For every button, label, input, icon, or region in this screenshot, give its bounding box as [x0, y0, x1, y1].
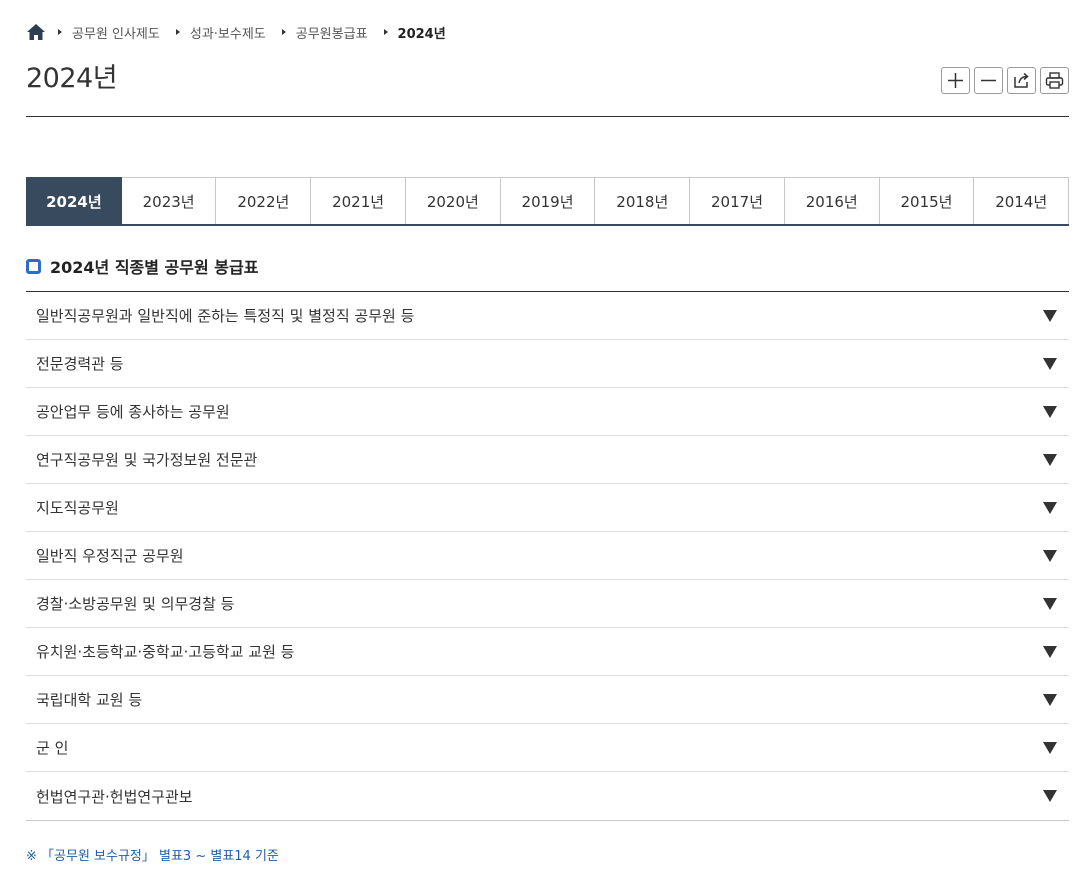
- breadcrumb-item: 공무원 인사제도: [56, 23, 160, 42]
- accordion-item-label: 일반직 우정직군 공무원: [36, 547, 184, 565]
- section-heading: 2024년 직종별 공무원 봉급표: [26, 254, 258, 278]
- accordion-item-label: 경찰·소방공무원 및 의무경찰 등: [36, 595, 235, 613]
- breadcrumb-separator-icon: [383, 29, 388, 35]
- breadcrumb-link-pay-system[interactable]: 성과·보수제도: [190, 23, 266, 42]
- plus-icon: [948, 73, 963, 88]
- accordion-item[interactable]: 전문경력관 등: [26, 340, 1069, 388]
- tab-2024[interactable]: 2024년: [26, 177, 122, 224]
- accordion-item[interactable]: 국립대학 교원 등: [26, 676, 1069, 724]
- accordion-item-label: 유치원·초등학교·중학교·고등학교 교원 등: [36, 643, 295, 661]
- breadcrumb-current: 2024년: [397, 26, 446, 42]
- accordion-item-label: 공안업무 등에 종사하는 공무원: [36, 403, 230, 421]
- caret-down-icon: [1043, 501, 1057, 514]
- accordion-item[interactable]: 군 인: [26, 724, 1069, 772]
- tab-2018[interactable]: 2018년: [595, 177, 691, 224]
- breadcrumb-item: 공무원봉급표: [280, 23, 368, 42]
- tab-2020[interactable]: 2020년: [405, 177, 501, 224]
- square-bullet-icon: [26, 258, 41, 274]
- year-tabs: 2024년 2023년 2022년 2021년 2020년 2019년 2018…: [26, 177, 1070, 226]
- regulation-note: ※ 「공무원 보수규정」 별표3 ~ 별표14 기준: [26, 849, 279, 864]
- zoom-out-button[interactable]: [974, 67, 1003, 94]
- print-button[interactable]: [1040, 67, 1069, 94]
- caret-down-icon: [1043, 597, 1057, 610]
- accordion-item[interactable]: 경찰·소방공무원 및 의무경찰 등: [26, 580, 1069, 628]
- caret-down-icon: [1043, 549, 1057, 562]
- accordion-item-label: 전문경력관 등: [36, 355, 124, 373]
- caret-down-icon: [1043, 645, 1057, 658]
- zoom-in-button[interactable]: [941, 67, 970, 94]
- accordion-item-label: 연구직공무원 및 국가정보원 전문관: [36, 451, 258, 469]
- caret-down-icon: [1043, 357, 1057, 370]
- caret-down-icon: [1043, 405, 1057, 418]
- tab-2014[interactable]: 2014년: [974, 177, 1070, 224]
- breadcrumb-item: 2024년: [382, 23, 446, 42]
- caret-down-icon: [1043, 453, 1057, 466]
- home-icon[interactable]: [26, 23, 46, 41]
- caret-down-icon: [1043, 790, 1057, 802]
- accordion-item-label: 국립대학 교원 등: [36, 691, 143, 709]
- tab-2023[interactable]: 2023년: [121, 177, 217, 224]
- caret-down-icon: [1043, 693, 1057, 706]
- accordion-item[interactable]: 헌법연구관·헌법연구관보: [26, 772, 1069, 821]
- accordion-item-label: 일반직공무원과 일반직에 준하는 특정직 및 별정직 공무원 등: [36, 307, 415, 325]
- minus-icon: [981, 79, 996, 82]
- breadcrumb-link-personnel[interactable]: 공무원 인사제도: [72, 23, 160, 42]
- share-icon: [1014, 72, 1029, 88]
- caret-down-icon: [1043, 309, 1057, 322]
- breadcrumb: 공무원 인사제도 성과·보수제도 공무원봉급표 2024년: [26, 22, 446, 42]
- accordion-item-label: 헌법연구관·헌법연구관보: [36, 787, 193, 806]
- tab-2021[interactable]: 2021년: [311, 177, 406, 224]
- print-icon: [1045, 72, 1064, 89]
- accordion-item[interactable]: 공안업무 등에 종사하는 공무원: [26, 388, 1069, 436]
- breadcrumb-separator-icon: [175, 29, 180, 35]
- page-title: 2024년: [26, 63, 118, 94]
- breadcrumb-item: 성과·보수제도: [174, 23, 266, 42]
- accordion-item[interactable]: 일반직공무원과 일반직에 준하는 특정직 및 별정직 공무원 등: [26, 292, 1069, 340]
- breadcrumb-separator-icon: [281, 29, 286, 35]
- caret-down-icon: [1043, 741, 1057, 754]
- accordion-item[interactable]: 연구직공무원 및 국가정보원 전문관: [26, 436, 1069, 484]
- page-tools: [941, 67, 1069, 94]
- tab-2019[interactable]: 2019년: [500, 177, 596, 224]
- tab-2022[interactable]: 2022년: [216, 177, 312, 224]
- breadcrumb-link-salary-table[interactable]: 공무원봉급표: [296, 23, 368, 42]
- share-button[interactable]: [1007, 67, 1036, 94]
- accordion-item-label: 지도직공무원: [36, 499, 119, 517]
- tab-2015[interactable]: 2015년: [879, 177, 975, 224]
- breadcrumb-separator-icon: [58, 29, 62, 35]
- tab-2017[interactable]: 2017년: [690, 177, 785, 224]
- accordion-item[interactable]: 유치원·초등학교·중학교·고등학교 교원 등: [26, 628, 1069, 676]
- accordion-item-label: 군 인: [36, 739, 69, 757]
- title-divider: [26, 116, 1069, 117]
- salary-accordion: 일반직공무원과 일반직에 준하는 특정직 및 별정직 공무원 등 전문경력관 등…: [26, 291, 1069, 821]
- section-title: 2024년 직종별 공무원 봉급표: [50, 258, 259, 277]
- accordion-item[interactable]: 지도직공무원: [26, 484, 1069, 532]
- tab-2016[interactable]: 2016년: [784, 177, 880, 224]
- accordion-item[interactable]: 일반직 우정직군 공무원: [26, 532, 1069, 580]
